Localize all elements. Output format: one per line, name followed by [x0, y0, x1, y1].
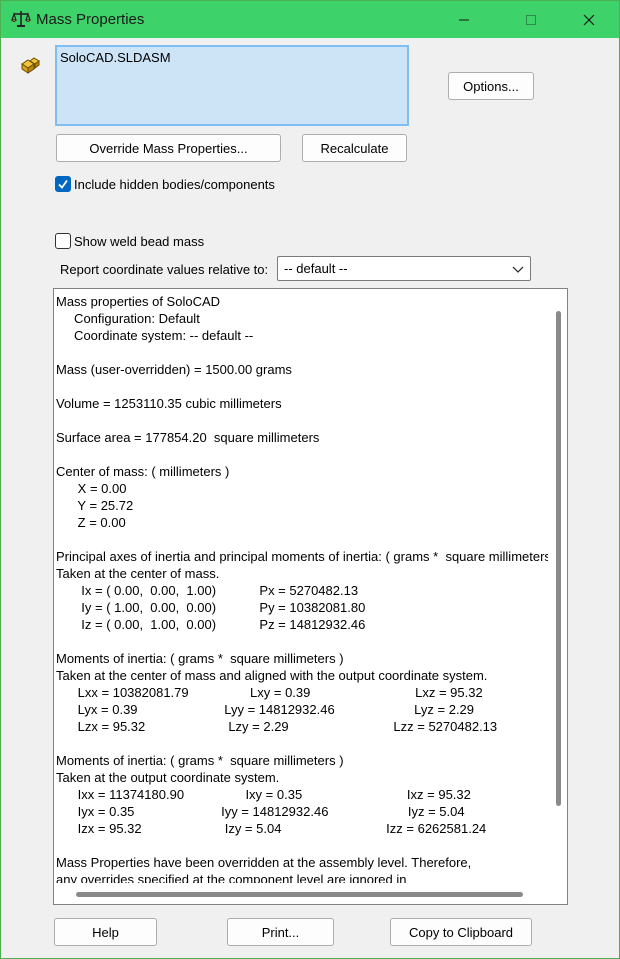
- report-line: Taken at the center of mass and aligned …: [56, 668, 488, 683]
- report-line: Iyx = 0.35 Iyy = 14812932.46 Iyz = 5.04: [56, 804, 465, 819]
- report-line: Coordinate system: -- default --: [56, 328, 254, 343]
- scroll-corner: [547, 884, 567, 904]
- include-hidden-label: Include hidden bodies/components: [74, 176, 275, 192]
- maximize-button[interactable]: [508, 1, 554, 38]
- report-line: [56, 412, 548, 429]
- weld-bead-label: Show weld bead mass: [74, 233, 205, 249]
- report-line: Mass Properties have been overridden at …: [56, 855, 472, 870]
- report-line: Lyx = 0.39 Lyy = 14812932.46 Lyz = 2.29: [56, 702, 475, 717]
- title-bar[interactable]: Mass Properties: [1, 1, 619, 38]
- report-line: Volume = 1253110.35 cubic millimeters: [56, 396, 282, 411]
- report-line: Iy = ( 1.00, 0.00, 0.00) Py = 10382081.8…: [56, 600, 366, 615]
- override-mass-properties-button[interactable]: Override Mass Properties...: [56, 134, 281, 162]
- minimize-icon: [459, 19, 469, 20]
- report-line: Moments of inertia: ( grams * square mil…: [56, 651, 344, 666]
- report-line: [56, 837, 548, 854]
- report-line: Iz = ( 0.00, 1.00, 0.00) Pz = 14812932.4…: [56, 617, 366, 632]
- scales-icon: [11, 9, 31, 29]
- mass-properties-report[interactable]: Mass properties of SoloCAD Configuration…: [53, 288, 568, 905]
- report-line: Y = 25.72: [56, 498, 134, 513]
- report-line: Taken at the output coordinate system.: [56, 770, 280, 785]
- report-line: Center of mass: ( millimeters ): [56, 464, 230, 479]
- report-line: Principal axes of inertia and principal …: [56, 549, 548, 564]
- coordinate-system-dropdown[interactable]: -- default --: [277, 256, 531, 281]
- mass-properties-window: Mass Properties SoloCAD.SLDASM Options..…: [0, 0, 620, 959]
- include-hidden-checkbox[interactable]: [55, 176, 71, 192]
- selected-item[interactable]: SoloCAD.SLDASM: [60, 50, 171, 65]
- report-line: Ix = ( 0.00, 0.00, 1.00) Px = 5270482.13: [56, 583, 359, 598]
- report-line: [56, 344, 548, 361]
- close-icon: [583, 14, 595, 25]
- report-line: Mass (user-overridden) = 1500.00 grams: [56, 362, 292, 377]
- report-line: Z = 0.00: [56, 515, 126, 530]
- report-line: Lzx = 95.32 Lzy = 2.29 Lzz = 5270482.13: [56, 719, 498, 734]
- copy-to-clipboard-button[interactable]: Copy to Clipboard: [390, 918, 532, 946]
- include-hidden-checkbox-row[interactable]: Include hidden bodies/components: [55, 176, 275, 192]
- report-line: Izx = 95.32 Izy = 5.04 Izz = 6262581.24: [56, 821, 487, 836]
- vertical-scrollbar[interactable]: [556, 311, 561, 806]
- report-line: Configuration: Default: [56, 311, 200, 326]
- close-button[interactable]: [566, 1, 612, 38]
- report-line: Moments of inertia: ( grams * square mil…: [56, 753, 344, 768]
- report-line: Lxx = 10382081.79 Lxy = 0.39 Lxz = 95.32: [56, 685, 483, 700]
- options-button[interactable]: Options...: [448, 72, 534, 100]
- report-line: Taken at the center of mass.: [56, 566, 220, 581]
- report-line: Ixx = 11374180.90 Ixy = 0.35 Ixz = 95.32: [56, 787, 471, 802]
- horizontal-scrollbar[interactable]: [76, 892, 523, 897]
- selected-items-list[interactable]: SoloCAD.SLDASM: [55, 45, 409, 126]
- window-title: Mass Properties: [36, 11, 145, 28]
- print-button[interactable]: Print...: [227, 918, 334, 946]
- report-line: [56, 735, 548, 752]
- recalculate-button[interactable]: Recalculate: [302, 134, 407, 162]
- checkmark-icon: [58, 179, 68, 189]
- chevron-down-icon: [512, 266, 524, 273]
- help-button[interactable]: Help: [54, 918, 157, 946]
- report-line: [56, 531, 548, 548]
- maximize-icon: [526, 14, 536, 25]
- report-line: any overrides specified at the component…: [56, 872, 407, 883]
- minimize-button[interactable]: [441, 1, 487, 38]
- report-text: Mass properties of SoloCAD Configuration…: [56, 293, 548, 883]
- coordinate-system-label: Report coordinate values relative to:: [60, 262, 269, 277]
- weld-bead-checkbox[interactable]: [55, 233, 71, 249]
- coordinate-system-value: -- default --: [284, 261, 348, 276]
- assembly-icon: [19, 55, 41, 77]
- report-line: X = 0.00: [56, 481, 127, 496]
- report-line: [56, 378, 548, 395]
- weld-bead-checkbox-row[interactable]: Show weld bead mass: [55, 233, 204, 249]
- report-line: Surface area = 177854.20 square millimet…: [56, 430, 320, 445]
- report-line: Mass properties of SoloCAD: [56, 294, 221, 309]
- report-line: [56, 633, 548, 650]
- report-line: [56, 446, 548, 463]
